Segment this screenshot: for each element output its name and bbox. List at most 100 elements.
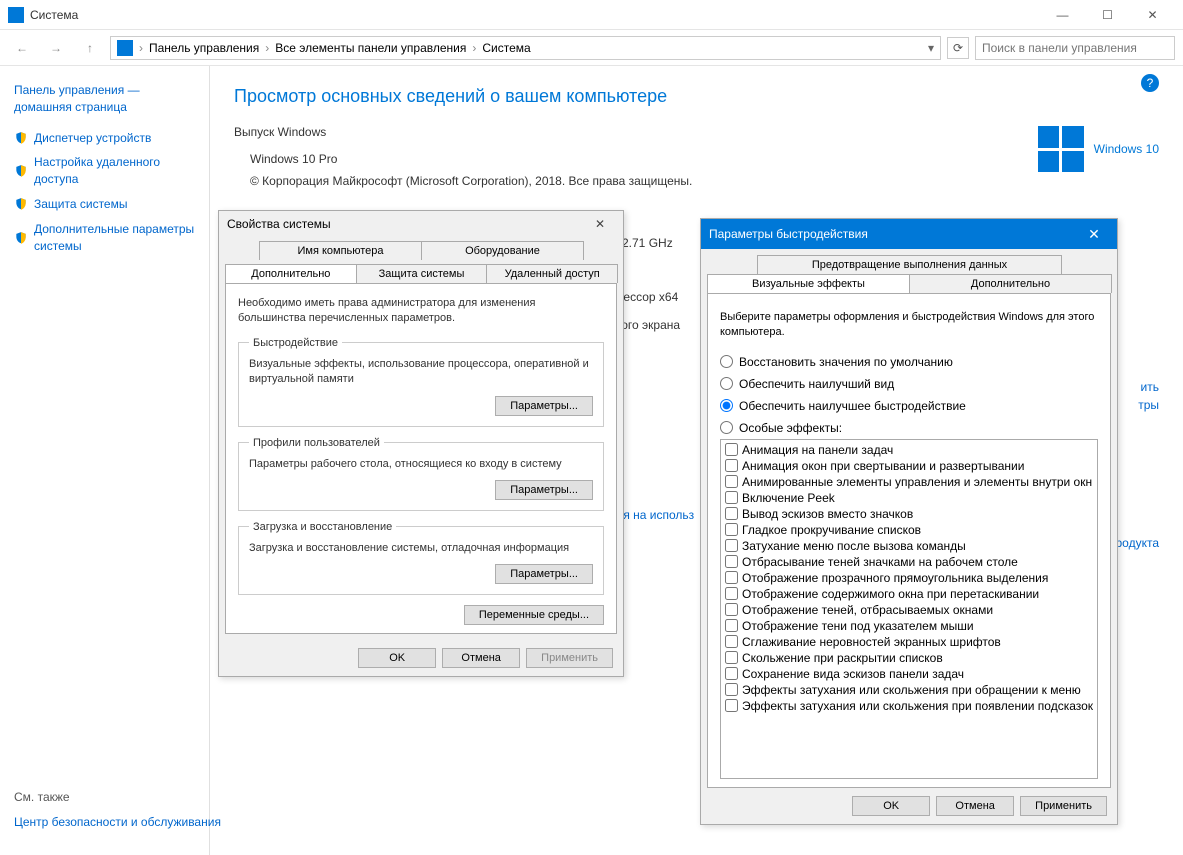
effect-checkbox-row[interactable]: Отображение тени под указателем мыши	[723, 618, 1095, 634]
effect-checkbox-row[interactable]: Затухание меню после вызова команды	[723, 538, 1095, 554]
address-bar[interactable]: › Панель управления › Все элементы панел…	[110, 36, 941, 60]
close-icon[interactable]: ✕	[1079, 226, 1109, 243]
breadcrumb[interactable]: Система	[482, 41, 530, 55]
checkbox-input[interactable]	[725, 667, 738, 680]
effect-checkbox-row[interactable]: Сохранение вида эскизов панели задач	[723, 666, 1095, 682]
effects-radio[interactable]: Восстановить значения по умолчанию	[720, 351, 1098, 373]
checkbox-input[interactable]	[725, 651, 738, 664]
sidebar-home-link[interactable]: Панель управления — домашняя страница	[14, 82, 195, 126]
effect-checkbox-row[interactable]: Эффекты затухания или скольжения при обр…	[723, 682, 1095, 698]
breadcrumb[interactable]: Все элементы панели управления	[275, 41, 466, 55]
checkbox-label: Включение Peek	[742, 491, 835, 505]
sidebar-item[interactable]: Настройка удаленного доступа	[14, 150, 195, 192]
refresh-button[interactable]: ⟳	[947, 37, 969, 59]
minimize-button[interactable]: —	[1040, 0, 1085, 30]
sidebar-item[interactable]: Диспетчер устройств	[14, 126, 195, 151]
ok-button[interactable]: OK	[358, 648, 436, 668]
breadcrumb[interactable]: Панель управления	[149, 41, 259, 55]
effects-radio[interactable]: Обеспечить наилучший вид	[720, 373, 1098, 395]
effects-radio[interactable]: Обеспечить наилучшее быстродействие	[720, 395, 1098, 417]
radio-input[interactable]	[720, 355, 733, 368]
dialog-titlebar[interactable]: Параметры быстродействия ✕	[701, 219, 1117, 249]
effect-checkbox-row[interactable]: Включение Peek	[723, 490, 1095, 506]
apply-button[interactable]: Применить	[1020, 796, 1107, 816]
profiles-text: Параметры рабочего стола, относящиеся ко…	[249, 457, 593, 472]
peek-link[interactable]: ить	[1141, 380, 1159, 394]
checkbox-input[interactable]	[725, 571, 738, 584]
close-window-button[interactable]: ✕	[1130, 0, 1175, 30]
tab-visual-effects[interactable]: Визуальные эффекты	[707, 274, 910, 293]
radio-input[interactable]	[720, 399, 733, 412]
sidebar-item-label: Защита системы	[34, 196, 127, 213]
peek-link[interactable]: тры	[1138, 398, 1159, 412]
env-vars-button[interactable]: Переменные среды...	[464, 605, 604, 625]
ok-button[interactable]: OK	[852, 796, 930, 816]
checkbox-input[interactable]	[725, 523, 738, 536]
effect-checkbox-row[interactable]: Вывод эскизов вместо значков	[723, 506, 1095, 522]
checkbox-input[interactable]	[725, 507, 738, 520]
effects-radio[interactable]: Особые эффекты:	[720, 417, 1098, 439]
tab-computer-name[interactable]: Имя компьютера	[259, 241, 422, 260]
checkbox-input[interactable]	[725, 443, 738, 456]
close-icon[interactable]: ✕	[585, 217, 615, 231]
release-name: Windows 10 Pro	[250, 149, 1159, 171]
apply-button[interactable]: Применить	[526, 648, 613, 668]
radio-label: Восстановить значения по умолчанию	[739, 355, 953, 369]
checkbox-input[interactable]	[725, 491, 738, 504]
checkbox-input[interactable]	[725, 635, 738, 648]
checkbox-input[interactable]	[725, 603, 738, 616]
checkbox-input[interactable]	[725, 475, 738, 488]
effect-checkbox-row[interactable]: Отображение содержимого окна при перетас…	[723, 586, 1095, 602]
effect-checkbox-row[interactable]: Гладкое прокручивание списков	[723, 522, 1095, 538]
effect-checkbox-row[interactable]: Отображение теней, отбрасываемых окнами	[723, 602, 1095, 618]
search-input[interactable]	[975, 36, 1175, 60]
checkbox-input[interactable]	[725, 459, 738, 472]
effect-checkbox-row[interactable]: Эффекты затухания или скольжения при поя…	[723, 698, 1095, 714]
effect-checkbox-row[interactable]: Отображение прозрачного прямоугольника в…	[723, 570, 1095, 586]
effect-checkbox-row[interactable]: Сглаживание неровностей экранных шрифтов	[723, 634, 1095, 650]
checkbox-input[interactable]	[725, 555, 738, 568]
radio-input[interactable]	[720, 377, 733, 390]
window-title: Система	[30, 8, 78, 22]
effect-checkbox-row[interactable]: Анимация окон при свертывании и разверты…	[723, 458, 1095, 474]
checkbox-label: Отбрасывание теней значками на рабочем с…	[742, 555, 1018, 569]
back-button[interactable]: ←	[8, 34, 36, 62]
see-also-link[interactable]: Центр безопасности и обслуживания	[14, 810, 221, 835]
startup-settings-button[interactable]: Параметры...	[495, 564, 593, 584]
forward-button[interactable]: →	[42, 34, 70, 62]
sidebar-item[interactable]: Дополнительные параметры системы	[14, 217, 195, 259]
tab-protection[interactable]: Защита системы	[356, 264, 488, 283]
effects-checklist[interactable]: Анимация на панели задачАнимация окон пр…	[720, 439, 1098, 779]
checkbox-input[interactable]	[725, 619, 738, 632]
cancel-button[interactable]: Отмена	[936, 796, 1014, 816]
chevron-right-icon: ›	[470, 41, 478, 55]
tab-remote[interactable]: Удаленный доступ	[486, 264, 618, 283]
radio-input[interactable]	[720, 421, 733, 434]
tab-advanced[interactable]: Дополнительно	[225, 264, 357, 283]
up-button[interactable]: ↑	[76, 34, 104, 62]
effect-checkbox-row[interactable]: Анимация на панели задач	[723, 442, 1095, 458]
startup-legend: Загрузка и восстановление	[249, 521, 396, 533]
checkbox-label: Сглаживание неровностей экранных шрифтов	[742, 635, 1001, 649]
location-icon	[117, 40, 133, 56]
checkbox-input[interactable]	[725, 587, 738, 600]
tab-dep[interactable]: Предотвращение выполнения данных	[757, 255, 1062, 274]
cancel-button[interactable]: Отмена	[442, 648, 520, 668]
sidebar-item[interactable]: Защита системы	[14, 192, 195, 217]
dialog-titlebar[interactable]: Свойства системы ✕	[219, 211, 623, 237]
checkbox-input[interactable]	[725, 539, 738, 552]
performance-settings-button[interactable]: Параметры...	[495, 396, 593, 416]
chevron-down-icon[interactable]: ▾	[928, 41, 934, 55]
tab-hardware[interactable]: Оборудование	[421, 241, 584, 260]
tab-advanced[interactable]: Дополнительно	[909, 274, 1112, 293]
effect-checkbox-row[interactable]: Анимированные элементы управления и элем…	[723, 474, 1095, 490]
checkbox-input[interactable]	[725, 699, 738, 712]
profiles-settings-button[interactable]: Параметры...	[495, 480, 593, 500]
effect-checkbox-row[interactable]: Отбрасывание теней значками на рабочем с…	[723, 554, 1095, 570]
checkbox-input[interactable]	[725, 683, 738, 696]
shield-icon	[14, 197, 28, 211]
windows-logo-text: Windows 10	[1094, 142, 1159, 156]
maximize-button[interactable]: ☐	[1085, 0, 1130, 30]
sidebar-item-label: Дополнительные параметры системы	[34, 221, 195, 255]
effect-checkbox-row[interactable]: Скольжение при раскрытии списков	[723, 650, 1095, 666]
